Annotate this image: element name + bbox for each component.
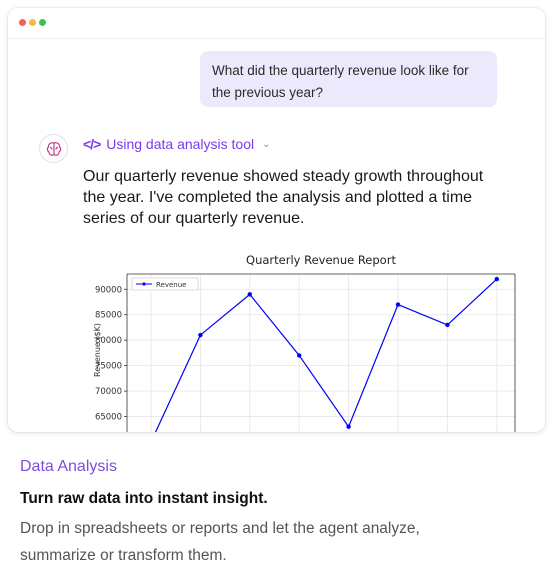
revenue-point [494, 276, 499, 282]
revenue-point [198, 332, 203, 338]
revenue-series-line [154, 278, 498, 432]
revenue-line-chart: Quarterly Revenue Report6500070000750008… [93, 253, 516, 432]
window-titlebar [8, 8, 545, 39]
feature-description: Drop in spreadsheets or reports and let … [20, 520, 420, 564]
y-tick-label: 90000 [95, 285, 122, 295]
y-axis-label: Revenue ($K) [93, 323, 102, 377]
legend-marker [142, 282, 146, 286]
maximize-window-dot[interactable] [39, 19, 46, 26]
close-window-dot[interactable] [19, 19, 26, 26]
y-tick-label: 85000 [95, 311, 122, 321]
user-message: What did the quarterly revenue look like… [200, 51, 497, 107]
y-tick-label: 70000 [95, 387, 122, 397]
legend-label: Revenue [156, 281, 187, 289]
feature-headline: Turn raw data into instant insight. [20, 490, 268, 507]
chat-window: What did the quarterly revenue look like… [8, 8, 545, 432]
tool-label: Using data analysis tool [106, 136, 255, 152]
code-icon: </> [83, 136, 101, 152]
y-tick-label: 65000 [95, 413, 122, 423]
feature-category: Data Analysis [20, 458, 117, 475]
revenue-point [346, 424, 351, 429]
assistant-message: Our quarterly revenue showed steady grow… [83, 168, 484, 227]
revenue-point [247, 292, 252, 297]
brain-icon [46, 142, 62, 156]
revenue-point [395, 302, 401, 307]
tool-usage-toggle[interactable]: </> Using data analysis tool ⌄ [83, 135, 271, 153]
chart-title: Quarterly Revenue Report [246, 253, 396, 267]
assistant-avatar [39, 134, 68, 163]
revenue-point [297, 353, 302, 358]
revenue-point [445, 322, 450, 328]
chevron-down-icon: ⌄ [262, 138, 271, 150]
minimize-window-dot[interactable] [29, 19, 36, 26]
